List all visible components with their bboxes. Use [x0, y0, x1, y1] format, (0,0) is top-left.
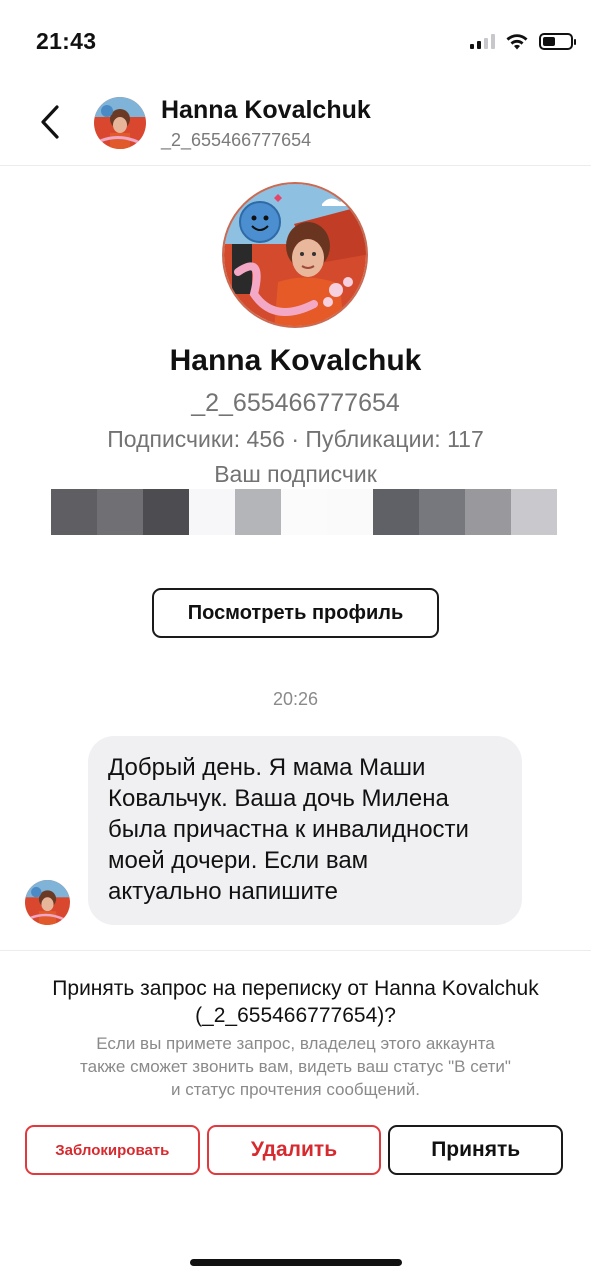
battery-fill	[543, 36, 555, 46]
message-line: Добрый день. Я мама Маши	[108, 754, 426, 781]
mosaic-tile	[327, 489, 373, 535]
chevron-left-icon	[41, 105, 59, 139]
divider	[0, 950, 591, 951]
request-actions: Заблокировать Удалить Принять	[25, 1125, 564, 1175]
request-desc-line: и статус прочтения сообщений.	[170, 1080, 421, 1099]
mosaic-tile	[51, 489, 97, 535]
header-avatar[interactable]	[94, 97, 146, 149]
mosaic-tile	[143, 489, 189, 535]
header-name[interactable]: Hanna Kovalchuk	[161, 96, 371, 125]
request-description: Если вы примете запрос, владелец этого а…	[30, 1032, 561, 1101]
status-bar: 21:43	[0, 0, 591, 86]
mosaic-tile	[419, 489, 465, 535]
request-title-line: (_2_655466777654)?	[195, 1004, 396, 1027]
cellular-signal-icon	[470, 33, 495, 49]
profile-handle: _2_655466777654	[191, 389, 400, 417]
status-icons	[470, 32, 576, 50]
message-line: Ковальчук. Ваша дочь Милена	[108, 785, 449, 812]
view-profile-button[interactable]: Посмотреть профиль	[152, 588, 439, 638]
delete-button[interactable]: Удалить	[206, 1125, 382, 1175]
home-indicator[interactable]	[190, 1259, 402, 1266]
mosaic-tile	[235, 489, 281, 535]
request-desc-line: Если вы примете запрос, владелец этого а…	[96, 1034, 495, 1053]
mosaic-tile	[465, 489, 511, 535]
mosaic-tile	[281, 489, 327, 535]
message-line: моей дочери. Если вам	[108, 847, 369, 874]
request-title-line: Принять запрос на переписку от Hanna Kov…	[52, 977, 539, 1000]
mosaic-tile	[189, 489, 235, 535]
mosaic-tile	[97, 489, 143, 535]
message-avatar[interactable]	[25, 880, 70, 925]
message-timestamp: 20:26	[272, 689, 319, 709]
chat-header: Hanna Kovalchuk _2_655466777654	[0, 86, 591, 166]
battery-icon	[539, 32, 576, 50]
request-title: Принять запрос на переписку от Hanna Kov…	[20, 975, 571, 1029]
message-bubble[interactable]: Добрый день. Я мама Маши Ковальчук. Ваша…	[88, 736, 522, 925]
request-desc-line: также сможет звонить вам, видеть ваш ста…	[80, 1057, 511, 1076]
follow-status: Ваш подписчик	[214, 461, 377, 487]
mosaic-tile	[511, 489, 557, 535]
profile-stats: Подписчики: 456 · Публикации: 117	[107, 426, 484, 452]
message-line: была причастна к инвалидности	[108, 816, 469, 843]
header-handle: _2_655466777654	[161, 130, 312, 150]
message-line: актуально напишите	[108, 878, 338, 905]
profile-avatar[interactable]	[222, 182, 368, 328]
pixelated-mosaic	[51, 489, 557, 535]
block-button[interactable]: Заблокировать	[25, 1125, 200, 1175]
profile-name: Hanna Kovalchuk	[169, 344, 422, 377]
wifi-icon	[506, 34, 528, 50]
accept-button[interactable]: Принять	[388, 1125, 564, 1175]
status-time: 21:43	[36, 28, 97, 54]
back-button[interactable]	[32, 100, 68, 144]
mosaic-tile	[373, 489, 419, 535]
